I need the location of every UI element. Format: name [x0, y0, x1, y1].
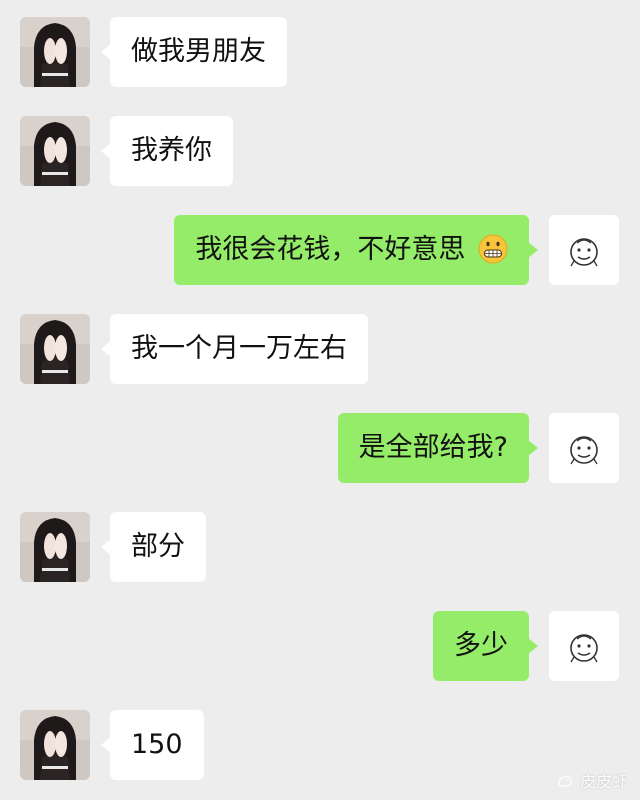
message-row-incoming: 做我男朋友	[0, 17, 640, 87]
message-bubble-incoming[interactable]: 我养你	[101, 116, 233, 186]
message-row-outgoing: 多少	[0, 611, 640, 681]
contact-avatar[interactable]	[20, 17, 90, 87]
message-row-incoming: 我一个月一万左右	[0, 314, 640, 384]
message-row-outgoing: 是全部给我?	[0, 413, 640, 483]
girl-covering-face-avatar	[20, 116, 90, 186]
message-bubble-incoming[interactable]: 150	[101, 710, 204, 780]
girl-covering-face-avatar	[20, 314, 90, 384]
chat-message-list[interactable]: 做我男朋友 我养你 我很会花钱，不好意思 我一个月一万左右 是全部给我? 部分 …	[0, 0, 640, 800]
message-text: 我很会花钱，不好意思	[195, 234, 466, 265]
message-bubble-outgoing[interactable]: 多少	[433, 611, 538, 681]
girl-covering-face-avatar	[20, 710, 90, 780]
message-row-outgoing: 我很会花钱，不好意思	[0, 215, 640, 285]
sketch-face-avatar	[549, 215, 619, 285]
contact-avatar[interactable]	[20, 710, 90, 780]
message-text: 我一个月一万左右	[131, 333, 347, 364]
sketch-face-avatar	[549, 611, 619, 681]
sketch-face-avatar	[549, 413, 619, 483]
message-bubble-outgoing[interactable]: 我很会花钱，不好意思	[174, 215, 538, 285]
message-bubble-incoming[interactable]: 部分	[101, 512, 206, 582]
watermark: 皮皮虾	[557, 768, 628, 792]
shrimp-icon	[558, 776, 572, 787]
message-bubble-outgoing[interactable]: 是全部给我?	[337, 413, 539, 483]
girl-covering-face-avatar	[20, 17, 90, 87]
message-text: 150	[131, 729, 183, 760]
message-row-incoming: 部分	[0, 512, 640, 582]
message-row-incoming: 150	[0, 710, 640, 780]
message-text: 部分	[131, 531, 185, 562]
message-row-incoming: 我养你	[0, 116, 640, 186]
message-bubble-incoming[interactable]: 做我男朋友	[101, 17, 287, 87]
grimacing-face-emoji	[478, 234, 508, 264]
message-text: 多少	[454, 630, 508, 661]
message-text: 做我男朋友	[131, 36, 266, 67]
message-bubble-incoming[interactable]: 我一个月一万左右	[101, 314, 368, 384]
self-avatar[interactable]	[549, 215, 619, 285]
contact-avatar[interactable]	[20, 116, 90, 186]
message-text: 我养你	[131, 135, 212, 166]
girl-covering-face-avatar	[20, 512, 90, 582]
watermark-text: 皮皮虾	[579, 772, 628, 791]
contact-avatar[interactable]	[20, 314, 90, 384]
message-text: 是全部给我?	[358, 432, 508, 463]
contact-avatar[interactable]	[20, 512, 90, 582]
self-avatar[interactable]	[549, 413, 619, 483]
self-avatar[interactable]	[549, 611, 619, 681]
